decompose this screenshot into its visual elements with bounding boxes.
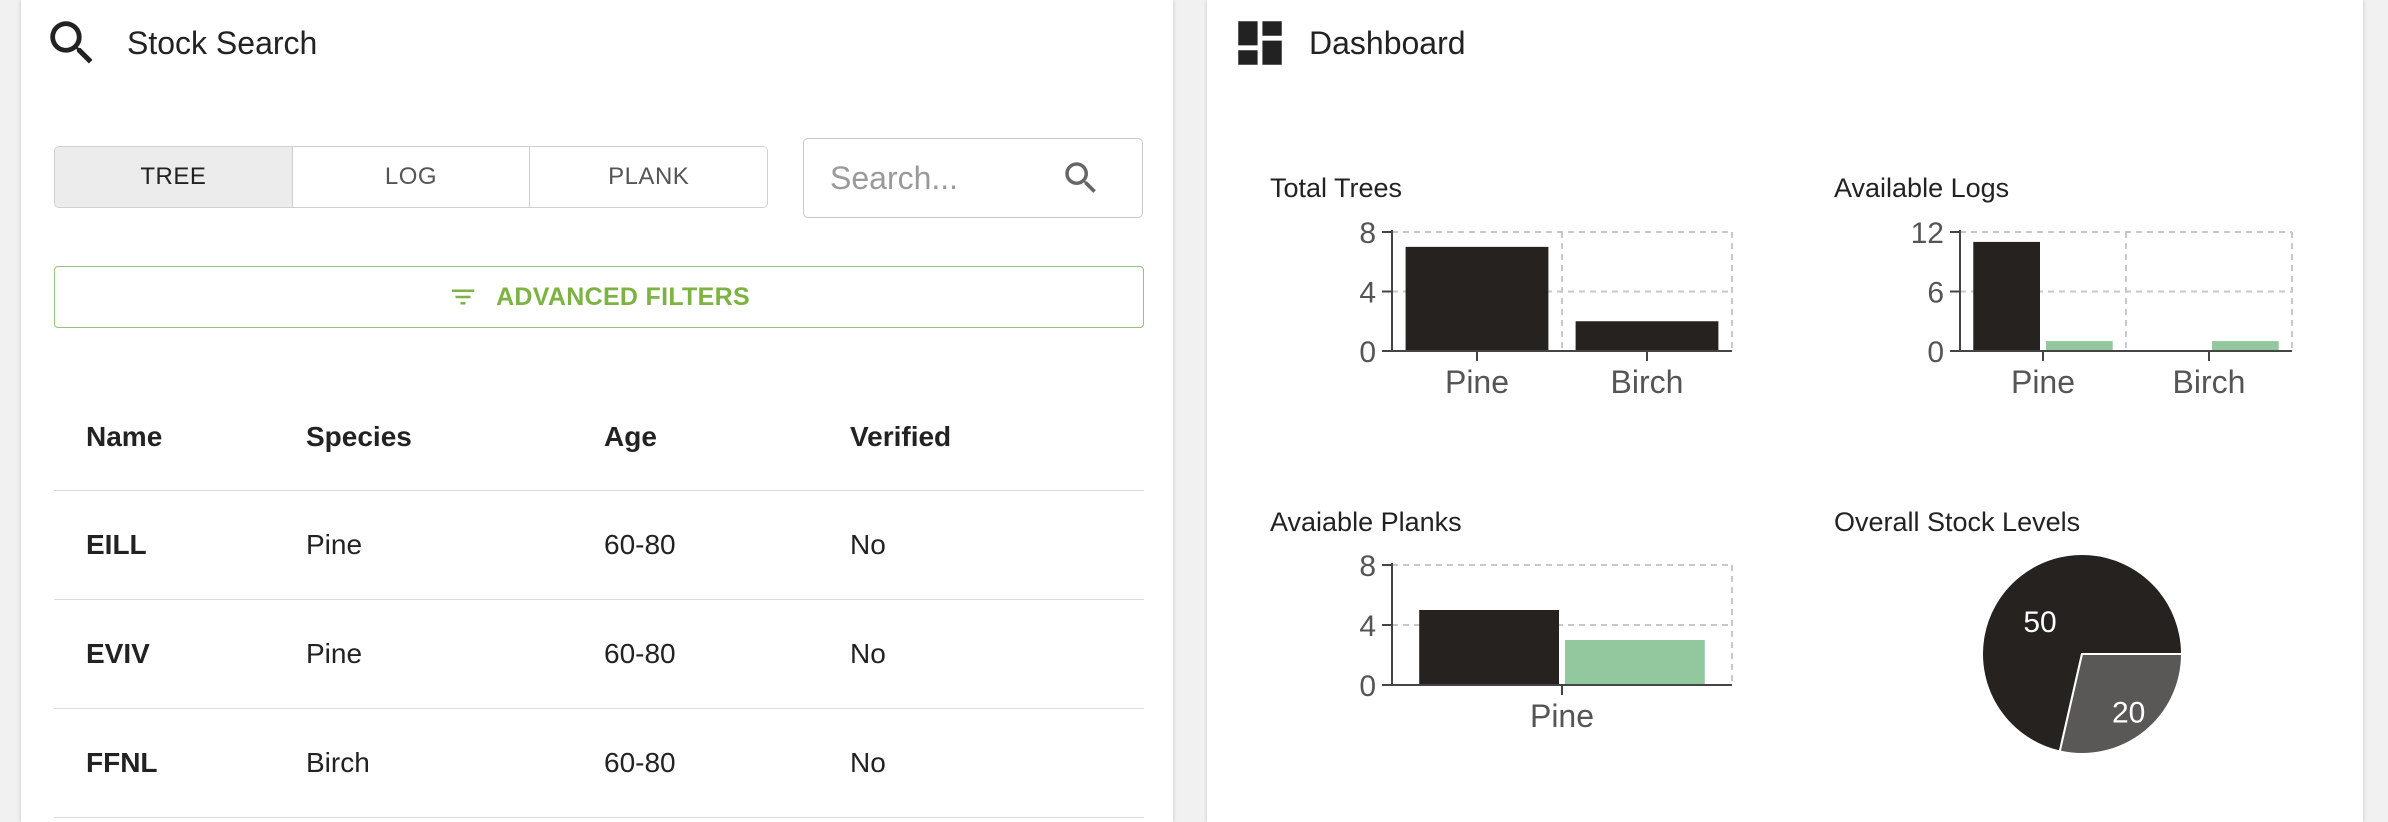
dashboard-panel: Dashboard Total Trees 0 4 8 Pine Birch Avail…	[1207, 0, 2363, 822]
table-row[interactable]: FFNL Birch 60-80 No	[54, 709, 1144, 818]
stock-table: Name Species Age Verified EILL Pine 60-8…	[54, 384, 1144, 818]
cell-verified: No	[850, 747, 886, 778]
cell-name: EILL	[86, 529, 147, 560]
stock-type-tabs: TREE LOG PLANK	[54, 146, 768, 208]
pie-label: 20	[2112, 696, 2145, 729]
cell-age: 60-80	[604, 638, 676, 669]
search-icon	[50, 21, 93, 64]
search-box	[803, 138, 1143, 218]
table-row[interactable]: EILL Pine 60-80 No	[54, 491, 1144, 600]
table-row[interactable]: EVIV Pine 60-80 No	[54, 600, 1144, 709]
advanced-filters-button[interactable]: ADVANCED FILTERS	[54, 266, 1144, 328]
column-header-name[interactable]: Name	[54, 421, 306, 453]
advanced-filters-label: ADVANCED FILTERS	[496, 282, 750, 311]
chart-overall-stock-levels: 2050	[1981, 553, 2184, 755]
pie-label: 50	[2023, 606, 2056, 639]
cell-name: FFNL	[86, 747, 158, 778]
stock-search-title: Stock Search	[127, 24, 318, 61]
bar	[1419, 610, 1559, 685]
y-tick-label: 4	[1359, 610, 1376, 643]
cell-age: 60-80	[604, 529, 676, 560]
table-header-row: Name Species Age Verified	[54, 384, 1144, 491]
column-header-age[interactable]: Age	[604, 421, 850, 453]
search-input[interactable]	[828, 139, 1062, 218]
stock-search-panel: Stock Search TREE LOG PLANK ADVANCED FIL…	[21, 0, 1173, 822]
cell-species: Pine	[306, 529, 363, 560]
cell-name: EVIV	[86, 638, 150, 669]
cell-verified: No	[850, 638, 886, 669]
cell-species: Birch	[306, 747, 370, 778]
cell-verified: No	[850, 529, 886, 560]
chart-title-overall-stock-levels: Overall Stock Levels	[1834, 507, 2081, 537]
tab-tree[interactable]: TREE	[55, 147, 293, 207]
column-header-verified[interactable]: Verified	[850, 421, 1144, 453]
cell-age: 60-80	[604, 747, 676, 778]
bar	[1565, 640, 1705, 685]
y-tick-label: 8	[1359, 550, 1376, 583]
cell-species: Pine	[306, 638, 363, 669]
search-icon[interactable]	[1060, 157, 1102, 199]
y-tick-label: 0	[1359, 670, 1376, 703]
tab-log[interactable]: LOG	[292, 147, 531, 207]
stock-search-header: Stock Search	[43, 14, 317, 72]
filter-icon	[451, 289, 475, 305]
x-tick-label: Pine	[1530, 698, 1594, 734]
tab-plank[interactable]: PLANK	[530, 147, 767, 207]
column-header-species[interactable]: Species	[306, 421, 604, 453]
